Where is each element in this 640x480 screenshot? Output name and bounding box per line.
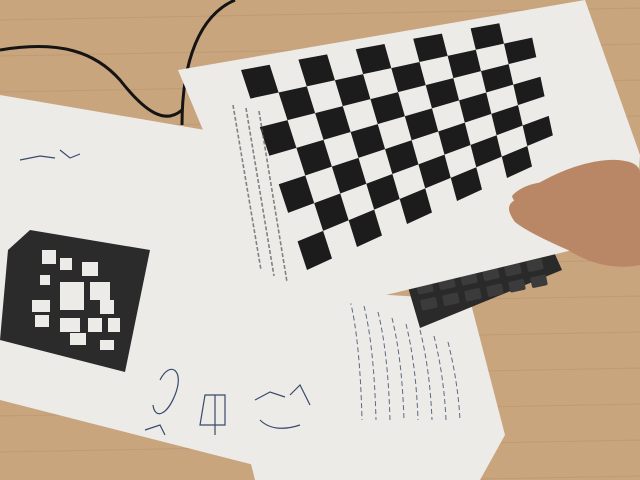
marker-cell bbox=[32, 300, 50, 312]
marker-cell bbox=[42, 250, 56, 264]
marker-cell bbox=[40, 275, 50, 285]
marker-cell bbox=[88, 318, 102, 332]
marker-cell bbox=[60, 282, 84, 310]
marker-cell bbox=[70, 333, 86, 345]
marker-cell bbox=[108, 318, 120, 332]
desk-photo bbox=[0, 0, 640, 480]
marker-cell bbox=[60, 258, 72, 270]
marker-cell bbox=[35, 315, 49, 327]
marker-cell bbox=[100, 300, 114, 314]
marker-cell bbox=[82, 262, 98, 276]
marker-cell bbox=[100, 340, 114, 350]
marker-cell bbox=[90, 282, 110, 300]
marker-cell bbox=[60, 318, 80, 332]
